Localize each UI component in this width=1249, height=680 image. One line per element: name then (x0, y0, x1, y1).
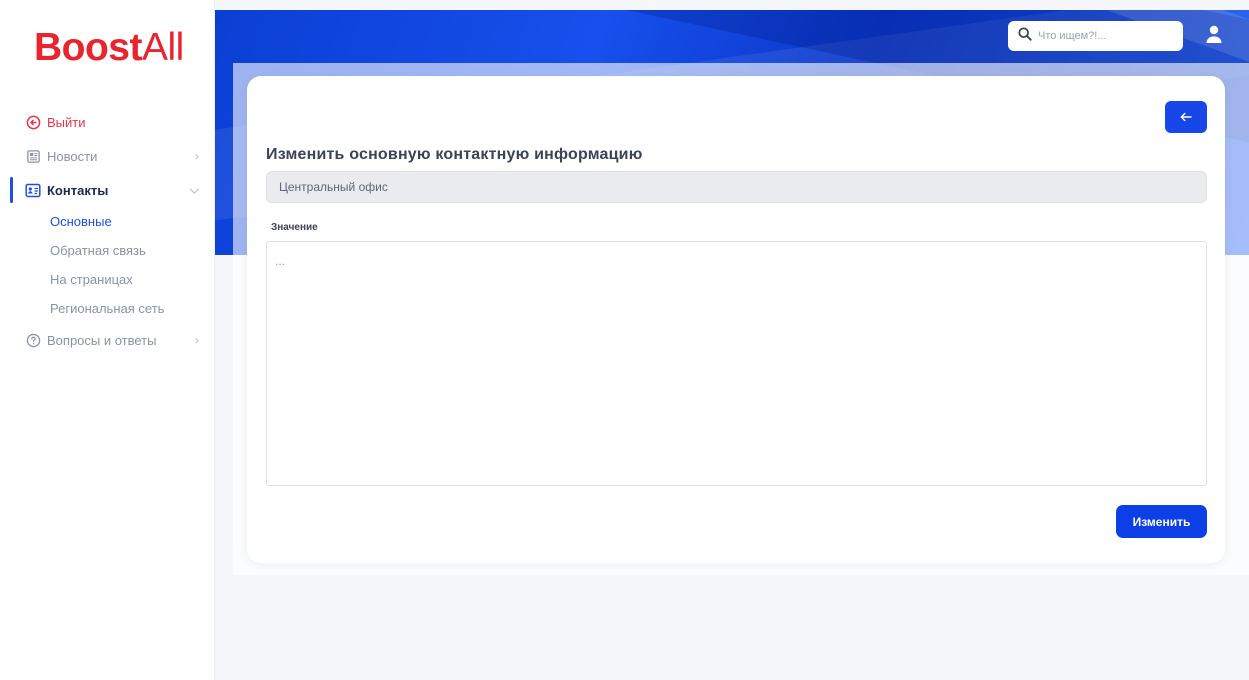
search-icon (1018, 26, 1032, 46)
main-content: Изменить основную контактную информацию … (215, 0, 1249, 680)
submenu-item-feedback[interactable]: Обратная связь (50, 236, 215, 265)
value-label: Значение (271, 222, 318, 233)
brand-name-bold: Boost (34, 26, 143, 69)
back-button[interactable] (1165, 101, 1207, 133)
submenu-item-main[interactable]: Основные (50, 207, 215, 236)
chevron-right-icon: › (195, 149, 199, 163)
submit-button[interactable]: Изменить (1116, 505, 1207, 538)
sidebar-item-label: Контакты (47, 182, 109, 198)
search-input[interactable] (1038, 30, 1178, 42)
sidebar-item-label: Новости (47, 148, 98, 164)
sidebar-item-label: Выйти (47, 114, 86, 130)
newspaper-icon (25, 148, 41, 164)
submenu-item-regional-network[interactable]: Региональная сеть (50, 294, 215, 323)
sidebar-item-faq[interactable]: Вопросы и ответы › (0, 323, 215, 357)
sidebar-item-label: Вопросы и ответы (47, 332, 157, 348)
arrow-left-icon (1180, 110, 1192, 125)
edit-contact-card: Изменить основную контактную информацию … (247, 76, 1225, 563)
sidebar-item-logout[interactable]: Выйти (0, 105, 215, 139)
page-title: Изменить основную контактную информацию (266, 146, 643, 163)
sidebar-item-contacts[interactable]: Контакты ⌵ (0, 173, 215, 207)
question-icon (25, 332, 41, 348)
chevron-right-icon: › (195, 333, 199, 347)
chevron-down-icon: ⌵ (189, 182, 199, 197)
sidebar-nav: Выйти Новости › Контакты ⌵ Основные Обра… (0, 105, 215, 357)
brand-name-thin: All (142, 26, 184, 69)
brand-logo[interactable]: BoostAll (34, 28, 184, 67)
sidebar-item-news[interactable]: Новости › (0, 139, 215, 173)
value-textarea[interactable]: ... (266, 241, 1207, 486)
submenu-contacts: Основные Обратная связь На страницах Рег… (0, 207, 215, 323)
contact-card-icon (25, 182, 41, 198)
app-root: BoostAll Выйти Новости › Контакты ⌵ Осно… (0, 0, 1249, 680)
search-box[interactable] (1008, 21, 1183, 51)
contact-name-field: Центральный офис (266, 171, 1207, 203)
sidebar: BoostAll Выйти Новости › Контакты ⌵ Осно… (0, 0, 215, 680)
user-icon[interactable] (1204, 24, 1224, 46)
submenu-item-on-pages[interactable]: На страницах (50, 265, 215, 294)
logout-icon (25, 114, 41, 130)
